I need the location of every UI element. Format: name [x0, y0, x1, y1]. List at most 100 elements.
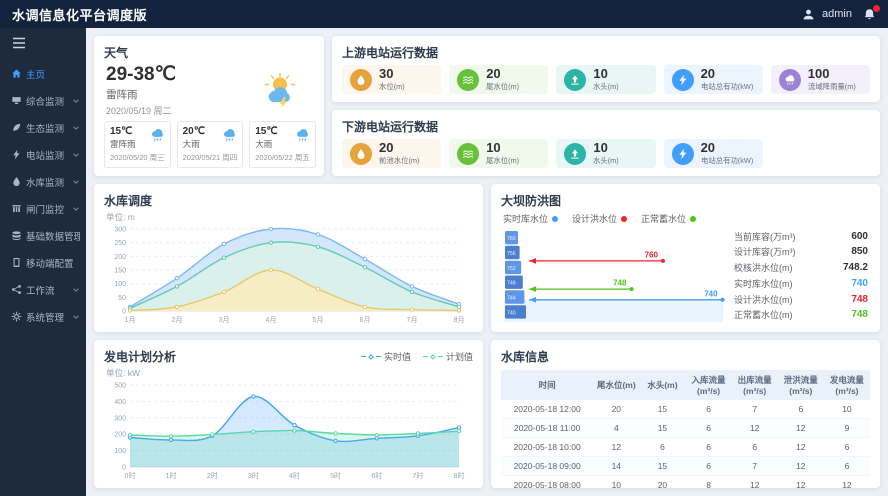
water-level-icon — [350, 69, 372, 91]
weather-condition: 雷阵雨 — [106, 87, 176, 102]
reservoir-info-title: 水库信息 — [501, 348, 870, 365]
drop-icon — [11, 176, 22, 187]
stat-label: 水头(m) — [593, 82, 619, 92]
stat-value: 20 — [379, 141, 423, 155]
sidebar-item-label: 闸门监控 — [26, 202, 68, 216]
stat-value: 10 — [486, 141, 522, 155]
svg-text:3月: 3月 — [219, 316, 230, 324]
forecast-condition: 大雨 — [255, 138, 277, 150]
upstream-stat-tile-4: 100流域降雨量(m) — [771, 65, 870, 94]
svg-text:760: 760 — [507, 236, 516, 242]
dam-stat-label: 正常蓄水位(m) — [734, 308, 793, 321]
weather-card: 天气 29-38℃ 雷阵雨 2020/05/19 周二 — [94, 36, 324, 176]
header-user-area: admin — [802, 8, 876, 21]
table-cell: 6 — [778, 400, 824, 419]
user-avatar-icon[interactable] — [802, 8, 815, 21]
svg-text:752: 752 — [507, 266, 516, 272]
collapse-menu-icon[interactable] — [0, 28, 86, 60]
dam-legend-item-2[interactable]: 正常蓄水位 — [641, 212, 696, 225]
sidebar-item-6[interactable]: 基础数据管理 — [0, 222, 86, 249]
legend-label: 实时库水位 — [503, 212, 548, 225]
svg-text:4月: 4月 — [266, 316, 277, 324]
table-cell: 12 — [778, 438, 824, 457]
sidebar-item-5[interactable]: 闸门监控 — [0, 195, 86, 222]
y-axis-unit-label: 单位: kW — [106, 367, 473, 379]
svg-text:5月: 5月 — [313, 316, 324, 324]
sidebar-item-4[interactable]: 水库监测 — [0, 168, 86, 195]
dam-flood-title: 大坝防洪图 — [501, 192, 870, 209]
weather-card-title: 天气 — [104, 44, 314, 61]
stat-value: 20 — [701, 141, 758, 155]
table-cell: 12 — [778, 419, 824, 438]
svg-text:200: 200 — [114, 432, 126, 439]
dam-stat-value: 740 — [851, 278, 868, 289]
svg-text:7时: 7时 — [412, 471, 423, 480]
forecast-day-1: 20℃大雨2020/05/21 周四 — [177, 121, 244, 168]
sidebar-item-8[interactable]: 工作流 — [0, 276, 86, 303]
legend-label: 实时值 — [384, 350, 411, 363]
sidebar-item-1[interactable]: 综合监测 — [0, 87, 86, 114]
stat-label: 水位(m) — [379, 82, 405, 92]
svg-text:500: 500 — [114, 383, 126, 390]
upstream-stat-tiles: 30水位(m) 20尾水位(m) 10水头(m) 20电站总有功(kW) 100流域降雨… — [342, 65, 870, 94]
sidebar-item-label: 水库监测 — [26, 175, 68, 189]
gate-icon — [11, 203, 22, 214]
dam-legend-item-1[interactable]: 设计洪水位 — [572, 212, 627, 225]
sidebar-item-9[interactable]: 系统管理 — [0, 303, 86, 330]
dam-stat-row-3: 实时库水位(m)740 — [734, 277, 868, 290]
user-name[interactable]: admin — [822, 8, 852, 20]
dam-stats-list: 当前库容(万m³)600设计库容(万m³)850校核洪水位(m)748.2实时库… — [734, 227, 870, 324]
legend-item-1[interactable]: 计划值 — [423, 350, 473, 363]
downstream-data-card: 下游电站运行数据 20前池水位(m)10尾水位(m)10水头(m)20电站总有功… — [332, 110, 880, 176]
thunderstorm-icon — [260, 71, 306, 109]
table-col-0: 时间 — [501, 370, 593, 400]
table-cell: 2020-05-18 11:00 — [501, 419, 593, 438]
table-row: 2020-05-18 08:0010208121212 — [501, 476, 870, 489]
svg-text:0: 0 — [122, 309, 126, 316]
legend-item-0[interactable]: 实时值 — [361, 350, 411, 363]
upstream-stat-tile-3: 20电站总有功(kW) — [664, 65, 763, 94]
sidebar: 主页综合监测生态监测电站监测水库监测闸门监控基础数据管理移动端配置工作流系统管理 — [0, 28, 86, 496]
svg-text:748: 748 — [507, 281, 516, 287]
upstream-stat-tile-2: 10水头(m) — [556, 65, 655, 94]
power-plan-chart-area: 01002003004005000时1时2时3时4时5时6时7时8时 — [104, 379, 473, 480]
table-cell: 15 — [639, 419, 685, 438]
station-cards: 上游电站运行数据 30水位(m)20尾水位(m)10水头(m)20电站总有功(k… — [332, 36, 880, 176]
svg-text:400: 400 — [114, 399, 126, 406]
forecast-list: 15℃雷阵雨2020/05/20 周三20℃大雨2020/05/21 周四15℃… — [104, 121, 314, 168]
sidebar-item-label: 系统管理 — [26, 310, 68, 324]
leaf-icon — [11, 122, 22, 133]
dam-legend-item-0[interactable]: 实时库水位 — [503, 212, 558, 225]
upstream-stat-tile-1: 20尾水位(m) — [449, 65, 548, 94]
table-cell: 12 — [778, 476, 824, 489]
table-col-1: 尾水位(m) — [593, 370, 639, 400]
svg-text:300: 300 — [114, 227, 126, 234]
reservoir-info-table: 时间尾水位(m)水头(m)入库流量(m³/s)出库流量(m³/s)泄洪流量(m³… — [501, 370, 870, 488]
chevron-down-icon — [72, 286, 80, 294]
sidebar-item-3[interactable]: 电站监测 — [0, 141, 86, 168]
sidebar-item-2[interactable]: 生态监测 — [0, 114, 86, 141]
table-cell: 15 — [639, 400, 685, 419]
upstream-data-card: 上游电站运行数据 30水位(m)20尾水位(m)10水头(m)20电站总有功(k… — [332, 36, 880, 102]
gear-icon — [11, 311, 22, 322]
chevron-down-icon — [72, 313, 80, 321]
head-icon — [564, 69, 586, 91]
sidebar-item-label: 移动端配置 — [26, 256, 80, 270]
stat-label: 电站总有功(kW) — [701, 82, 753, 92]
table-col-5: 泄洪流量(m³/s) — [778, 370, 824, 400]
dam-stat-label: 当前库容(万m³) — [734, 230, 796, 243]
svg-text:0时: 0时 — [125, 471, 136, 480]
table-cell: 8 — [686, 476, 732, 489]
notification-bell-icon[interactable] — [863, 8, 876, 21]
sidebar-item-7[interactable]: 移动端配置 — [0, 249, 86, 276]
stat-value: 30 — [379, 67, 407, 81]
chevron-down-icon — [72, 151, 80, 159]
table-col-6: 发电流量(m³/s) — [824, 370, 870, 400]
downstream-card-title: 下游电站运行数据 — [342, 118, 870, 135]
reservoir-dispatch-title: 水库调度 — [104, 192, 473, 209]
forecast-date: 2020/05/22 周五 — [255, 152, 310, 163]
sidebar-item-0[interactable]: 主页 — [0, 60, 86, 87]
flow-icon — [11, 284, 22, 295]
table-cell: 12 — [824, 476, 870, 489]
stat-label: 水头(m) — [593, 156, 619, 166]
